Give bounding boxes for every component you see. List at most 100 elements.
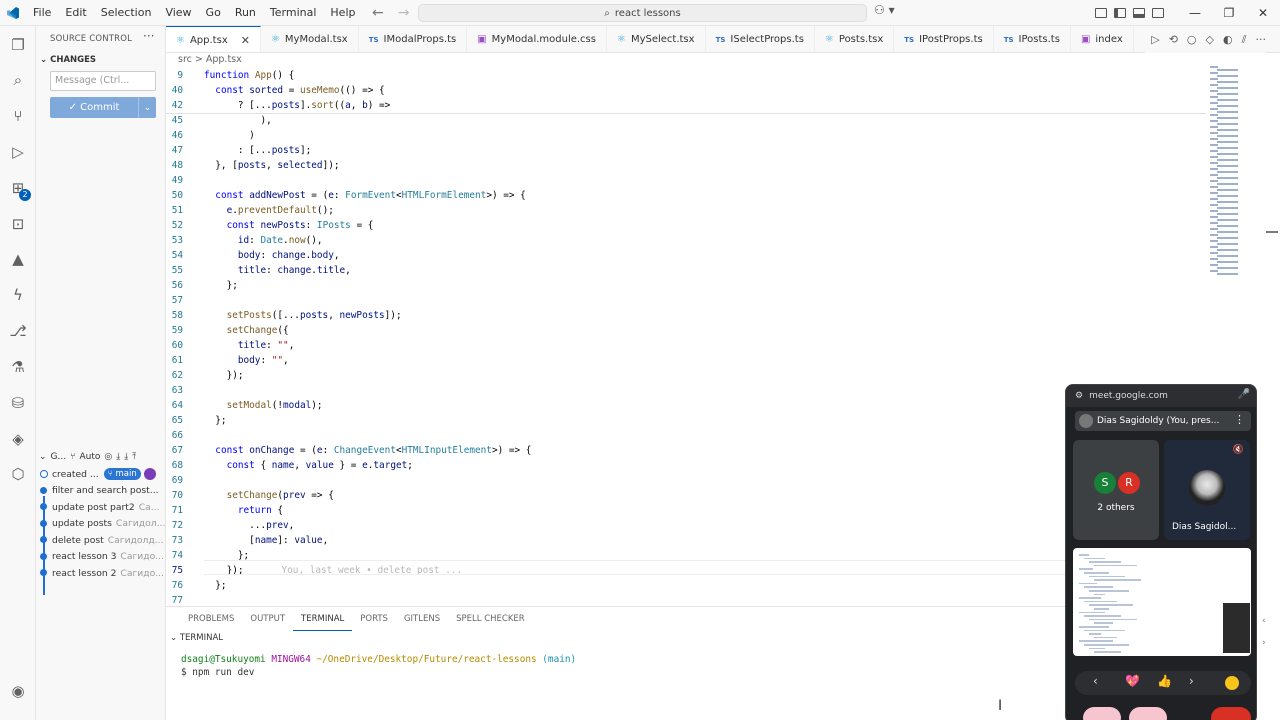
graph-commit-row[interactable]: update posts Сагидол...	[39, 516, 166, 533]
graph-commit-row[interactable]: react lesson 3 Сагидо...	[39, 549, 166, 566]
customize-layout-icon[interactable]	[1095, 8, 1107, 18]
menu-go[interactable]: Go	[199, 0, 228, 26]
changes-section-header[interactable]: ⌄ CHANGES	[40, 55, 96, 65]
breadcrumb[interactable]: src > App.tsx	[178, 54, 242, 65]
emoji-icon[interactable]	[1225, 676, 1239, 690]
presenter-bar[interactable]: Dias Sagidoldy (You, pres... ⋮	[1075, 411, 1251, 431]
graph-commit-row[interactable]: react lesson 2 Сагидо...	[39, 565, 166, 582]
others-tile[interactable]: S R 2 others	[1073, 440, 1159, 540]
code-line[interactable]: 42 ? [...posts].sort((a, b) =>	[166, 98, 1206, 113]
editor-tab[interactable]: TS IModalProps.ts	[359, 26, 468, 52]
docker-icon[interactable]: ⬡	[7, 463, 29, 485]
commit-dropdown-icon[interactable]: ⌄	[138, 97, 156, 118]
database-icon[interactable]: ⛁	[7, 392, 29, 414]
thunder-client-icon[interactable]: ϟ	[7, 284, 29, 306]
account-icon[interactable]: ◉	[7, 680, 29, 702]
code-line[interactable]: 57	[166, 293, 1206, 308]
code-line[interactable]: 54 body: change.body,	[166, 248, 1206, 263]
code-line[interactable]: 72 ...prev,	[166, 518, 1206, 533]
code-line[interactable]: 52 const newPosts: IPosts = {	[166, 218, 1206, 233]
toggle-primary-sidebar-icon[interactable]	[1114, 8, 1126, 18]
editor-tab[interactable]: TS IPosts.ts	[994, 26, 1071, 52]
code-line[interactable]: 68 const { name, value } = e.target;	[166, 458, 1206, 473]
gitlens-icon[interactable]: ⎇	[7, 320, 29, 342]
code-line[interactable]: 56 };	[166, 278, 1206, 293]
meet-mic-icon[interactable]: 🎤	[1238, 389, 1250, 400]
run-debug-icon[interactable]: ▷	[7, 141, 29, 163]
menu-selection[interactable]: Selection	[94, 0, 159, 26]
code-line[interactable]: 55 title: change.title,	[166, 263, 1206, 278]
auto-fetch-icon[interactable]: ⑂	[70, 452, 75, 462]
close-window-icon[interactable]: ✕	[1246, 0, 1280, 26]
reaction-prev-icon[interactable]: ‹	[1093, 674, 1098, 688]
code-line[interactable]: 45 ),	[166, 113, 1206, 128]
code-line[interactable]: 71 return {	[166, 503, 1206, 518]
side-collapse-arrows[interactable]: ‹ ›	[1262, 610, 1266, 654]
camera-off-button[interactable]	[1129, 707, 1167, 720]
panel-tab[interactable]: SPELL CHECKER	[448, 607, 533, 631]
panel-tab[interactable]: OUTPUT	[242, 607, 293, 631]
toggle-panel-icon[interactable]	[1133, 8, 1145, 18]
code-line[interactable]: 65 };	[166, 413, 1206, 428]
code-line[interactable]: 60 title: "",	[166, 338, 1206, 353]
source-control-icon[interactable]: ⑂	[7, 105, 29, 127]
code-line[interactable]: 73 [name]: value,	[166, 533, 1206, 548]
menu-edit[interactable]: Edit	[58, 0, 93, 26]
explorer-icon[interactable]: ❐	[7, 34, 29, 56]
forward-arrow-icon[interactable]: →	[398, 5, 410, 21]
code-line[interactable]: 40 const sorted = useMemo(() => {	[166, 83, 1206, 98]
code-line[interactable]: 9 function App() {	[166, 68, 1206, 83]
testing-icon[interactable]: ⚗	[7, 356, 29, 378]
timeline-icon[interactable]: ◐	[1223, 33, 1233, 46]
copilot-icon[interactable]: ⚇ ▾	[874, 3, 895, 17]
commit-graph-header[interactable]: ⌄ G... ⑂ Auto ◎ ⤓ ⤓ ⤒	[39, 449, 166, 465]
code-line[interactable]: 51 e.preventDefault();	[166, 203, 1206, 218]
code-line[interactable]: 58 setPosts([...posts, newPosts]);	[166, 308, 1206, 323]
code-line[interactable]: 62 });	[166, 368, 1206, 383]
split-editor-icon[interactable]: ⫽	[1242, 33, 1247, 47]
tab-close-icon[interactable]: ✕	[241, 34, 250, 47]
code-line[interactable]: 48 }, [posts, selected]);	[166, 158, 1206, 173]
target-icon[interactable]: ◎	[104, 452, 112, 462]
graph-commit-row[interactable]: delete post Сагидолд...	[39, 532, 166, 549]
scrollbar-marker[interactable]	[1266, 231, 1278, 233]
code-line[interactable]: 53 id: Date.now(),	[166, 233, 1206, 248]
pull-icon[interactable]: ⤓	[124, 452, 128, 462]
mute-mic-button[interactable]	[1083, 707, 1121, 720]
run-icon[interactable]: ▷	[1151, 33, 1159, 46]
end-call-button[interactable]	[1211, 707, 1251, 720]
code-line[interactable]: 77	[166, 593, 1206, 605]
code-line[interactable]: 69	[166, 473, 1206, 488]
panel-tab[interactable]: PROBLEMS	[180, 607, 242, 631]
graph-auto-label[interactable]: Auto	[80, 452, 101, 462]
layers-icon[interactable]: ◈	[7, 428, 29, 450]
code-line[interactable]: 70 setChange(prev => {	[166, 488, 1206, 503]
code-line[interactable]: 46 )	[166, 128, 1206, 143]
code-line[interactable]: 61 body: "",	[166, 353, 1206, 368]
menu-help[interactable]: Help	[323, 0, 362, 26]
menu-terminal[interactable]: Terminal	[263, 0, 324, 26]
circle-icon[interactable]: ○	[1187, 33, 1197, 46]
azure-icon[interactable]: ▲	[7, 248, 29, 270]
graph-commit-row[interactable]: filter and search post...	[39, 483, 166, 500]
editor-tab[interactable]: TS ISelectProps.ts	[706, 26, 815, 52]
graph-commit-row[interactable]: created ... ⑂ main	[39, 466, 166, 483]
editor-tab[interactable]: ▣ index	[1071, 26, 1134, 52]
heart-reaction-icon[interactable]: 💖	[1125, 674, 1140, 688]
minimize-icon[interactable]: —	[1178, 0, 1212, 26]
code-line[interactable]: 67 const onChange = (e: ChangeEvent<HTML…	[166, 443, 1206, 458]
menu-file[interactable]: File	[26, 0, 58, 26]
code-line[interactable]: 63	[166, 383, 1206, 398]
editor-tab[interactable]: ⚛ Posts.tsx	[815, 26, 895, 52]
code-line[interactable]: 66	[166, 428, 1206, 443]
panel-tab[interactable]: GITLENS	[396, 607, 448, 631]
presenter-more-icon[interactable]: ⋮	[1234, 413, 1245, 426]
editor-tab[interactable]: ⚛ MySelect.tsx	[607, 26, 706, 52]
code-line[interactable]: 50 const addNewPost = (e: FormEvent<HTML…	[166, 188, 1206, 203]
menu-view[interactable]: View	[158, 0, 198, 26]
open-changes-icon[interactable]: ⟲	[1169, 33, 1178, 46]
code-line[interactable]: 76 };	[166, 578, 1206, 593]
terminal-output[interactable]: dsagi@Tsukuyomi MINGW64 ~/OneDrive/Deskt…	[181, 653, 576, 679]
editor-tab[interactable]: ▣ MyModal.module.css	[467, 26, 607, 52]
back-arrow-icon[interactable]: ←	[372, 5, 384, 21]
